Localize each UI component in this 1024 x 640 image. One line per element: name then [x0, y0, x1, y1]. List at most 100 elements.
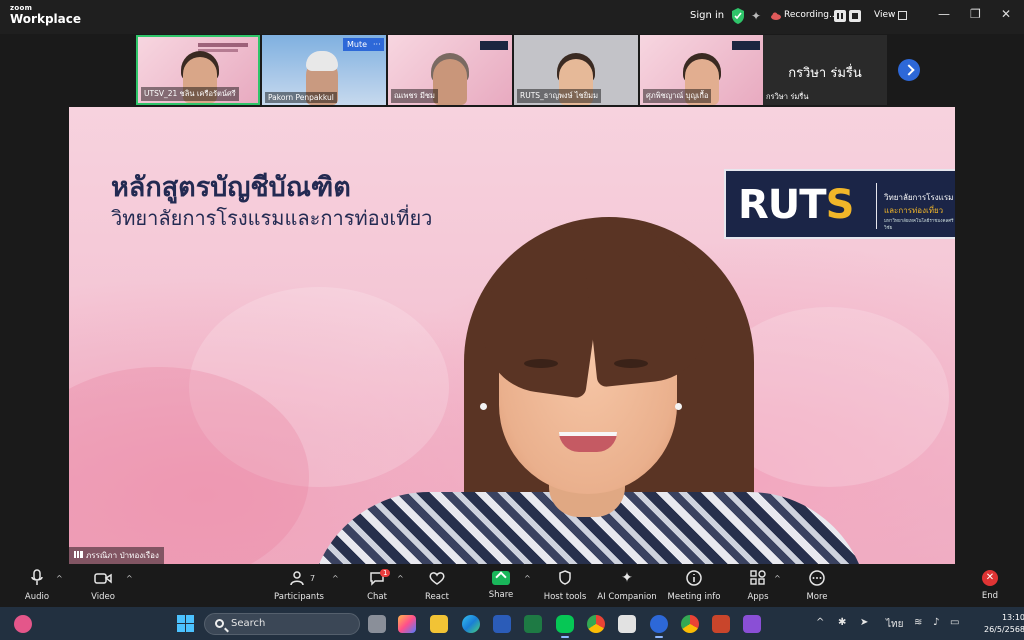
speaker-left-eye — [524, 359, 558, 368]
chat-label: Chat — [367, 592, 387, 602]
heart-icon — [429, 572, 445, 585]
clock-date: 26/5/2568 — [984, 625, 1024, 634]
more-button[interactable]: More — [802, 569, 832, 602]
participant-name: Pakorn Penpakkul — [265, 92, 337, 103]
windows-taskbar: Search ^ ✱ ➤ ไทย ≋ ♪ ▭ 13:10 26/5/2568 — [0, 607, 1024, 640]
language-indicator[interactable]: ไทย — [886, 617, 903, 632]
chrome-icon[interactable] — [587, 615, 605, 633]
more-options-button[interactable]: ··· — [370, 38, 384, 51]
share-options-chevron-icon[interactable]: ^ — [524, 574, 531, 583]
line-app-icon[interactable] — [556, 615, 574, 633]
apps-button[interactable]: Apps — [744, 569, 772, 602]
clock-time: 13:10 — [1001, 613, 1024, 622]
wifi-icon[interactable]: ≋ — [914, 617, 922, 628]
participant-thumbnail[interactable]: UTSV_21 ชลิน เครือรัตน์ศรี — [136, 35, 260, 105]
audio-options-chevron-icon[interactable]: ^ — [56, 574, 63, 583]
react-button[interactable]: React — [420, 569, 454, 602]
chrome-profile-icon[interactable] — [681, 615, 699, 633]
pause-recording-button[interactable] — [834, 10, 846, 22]
audio-label: Audio — [24, 592, 50, 602]
logo-wordmark: RUTS — [738, 182, 855, 228]
bluetooth-icon[interactable]: ✱ — [838, 617, 846, 628]
snipping-tool-icon[interactable] — [618, 615, 636, 633]
zoom-app-icon[interactable] — [650, 615, 668, 633]
participants-label: Participants — [274, 592, 324, 602]
thumbnail-slide-logo — [732, 41, 760, 50]
search-icon — [215, 619, 224, 628]
battery-icon[interactable]: ▭ — [950, 617, 959, 628]
participant-thumbnail[interactable]: ศุภพิชญาณ์ บุญเกื้อ — [640, 35, 764, 105]
host-tools-button[interactable]: Host tools — [540, 569, 590, 602]
participant-count: 7 — [310, 574, 316, 583]
ai-sparkle-icon[interactable]: ✦ — [751, 9, 761, 23]
video-options-chevron-icon[interactable]: ^ — [126, 574, 133, 583]
brand-bottom: Workplace — [10, 12, 82, 26]
restore-button[interactable]: ❐ — [970, 7, 981, 21]
stop-recording-button[interactable] — [849, 10, 861, 22]
sign-in-link[interactable]: Sign in — [690, 10, 724, 21]
apps-options-chevron-icon[interactable]: ^ — [774, 574, 781, 583]
participant-thumbnail[interactable]: ณเพชร มีชม — [388, 35, 512, 105]
next-page-chevron-icon[interactable] — [898, 59, 920, 81]
participant-name: ณเพชร มีชม — [391, 89, 438, 103]
file-explorer-icon[interactable] — [430, 615, 448, 633]
end-meeting-button[interactable]: ✕ End — [976, 569, 1004, 601]
thumbnail-slide-title — [198, 43, 248, 47]
signal-strength-icon — [74, 551, 83, 558]
active-speaker-video: หลักสูตรบัญชีบัณฑิต วิทยาลัยการโรงแรมและ… — [69, 107, 955, 564]
logo-s: S — [825, 182, 855, 228]
security-shield-icon[interactable] — [731, 8, 745, 24]
zoom-brand: zoom Workplace — [10, 4, 82, 26]
task-view-icon[interactable] — [368, 615, 386, 633]
thumbnail-slide-logo — [480, 41, 508, 50]
volume-icon[interactable]: ♪ — [933, 617, 939, 628]
powerpoint-icon[interactable] — [712, 615, 730, 633]
apps-icon — [750, 570, 766, 585]
host-shield-icon — [559, 570, 571, 585]
logo-main: RUT — [738, 182, 827, 228]
excel-icon[interactable] — [524, 615, 542, 633]
active-app-indicator — [655, 636, 663, 638]
mute-participant-button[interactable]: Mute — [343, 38, 372, 51]
widgets-icon[interactable] — [14, 615, 32, 633]
participant-name: RUTS_ธาญพงษ์ ไชยิมม — [517, 89, 602, 103]
view-menu[interactable]: View — [874, 10, 895, 20]
participant-name-card[interactable]: กรวิษา ร่มรื่น กรวิษา ร่มรื่น — [763, 35, 887, 105]
title-bar: zoom Workplace Sign in ✦ Recording... Vi… — [0, 0, 1024, 34]
participants-icon — [290, 571, 304, 586]
word-icon[interactable] — [493, 615, 511, 633]
share-label: Share — [488, 590, 514, 600]
tray-overflow-chevron-icon[interactable]: ^ — [816, 617, 824, 628]
audio-button[interactable]: Audio — [20, 569, 54, 602]
close-button[interactable]: ✕ — [1001, 7, 1011, 21]
participant-name: ศุภพิชญาณ์ บุญเกื้อ — [643, 89, 712, 103]
ai-companion-button[interactable]: ✦ AI Companion — [596, 569, 658, 602]
participants-options-chevron-icon[interactable]: ^ — [332, 574, 339, 583]
ai-companion-label: AI Companion — [597, 592, 657, 602]
end-x-icon: ✕ — [982, 570, 998, 586]
participant-thumbnail[interactable]: RUTS_ธาญพงษ์ ไชยิมม — [514, 35, 638, 105]
brand-top: zoom — [10, 4, 33, 12]
app-icon[interactable] — [743, 615, 761, 633]
copilot-icon[interactable] — [398, 615, 416, 633]
minimize-button[interactable]: — — [938, 7, 950, 21]
participant-name: UTSV_21 ชลิน เครือรัตน์ศรี — [141, 87, 239, 101]
slide-subtitle: วิทยาลัยการโรงแรมและการท่องเที่ยว — [111, 206, 433, 230]
video-button[interactable]: Video — [86, 569, 120, 602]
chat-options-chevron-icon[interactable]: ^ — [397, 574, 404, 583]
taskbar-clock[interactable]: 13:10 26/5/2568 — [984, 612, 1024, 636]
meeting-info-button[interactable]: Meeting info — [666, 569, 722, 602]
share-button[interactable]: Share — [484, 569, 518, 600]
view-grid-icon[interactable] — [898, 11, 907, 20]
participants-button[interactable]: Participants — [272, 569, 326, 602]
participant-video — [433, 59, 467, 105]
active-app-indicator — [561, 636, 569, 638]
start-windows-icon[interactable] — [177, 615, 194, 632]
speaker-name-label: ภรรณิภา ป่าทองเรือง — [69, 547, 164, 564]
edge-browser-icon[interactable] — [462, 615, 480, 633]
speaker-right-brow — [609, 339, 649, 344]
recording-status: Recording... — [784, 10, 838, 20]
taskbar-search-box[interactable]: Search — [204, 613, 360, 635]
location-icon[interactable]: ➤ — [860, 617, 868, 628]
end-label: End — [981, 591, 999, 601]
